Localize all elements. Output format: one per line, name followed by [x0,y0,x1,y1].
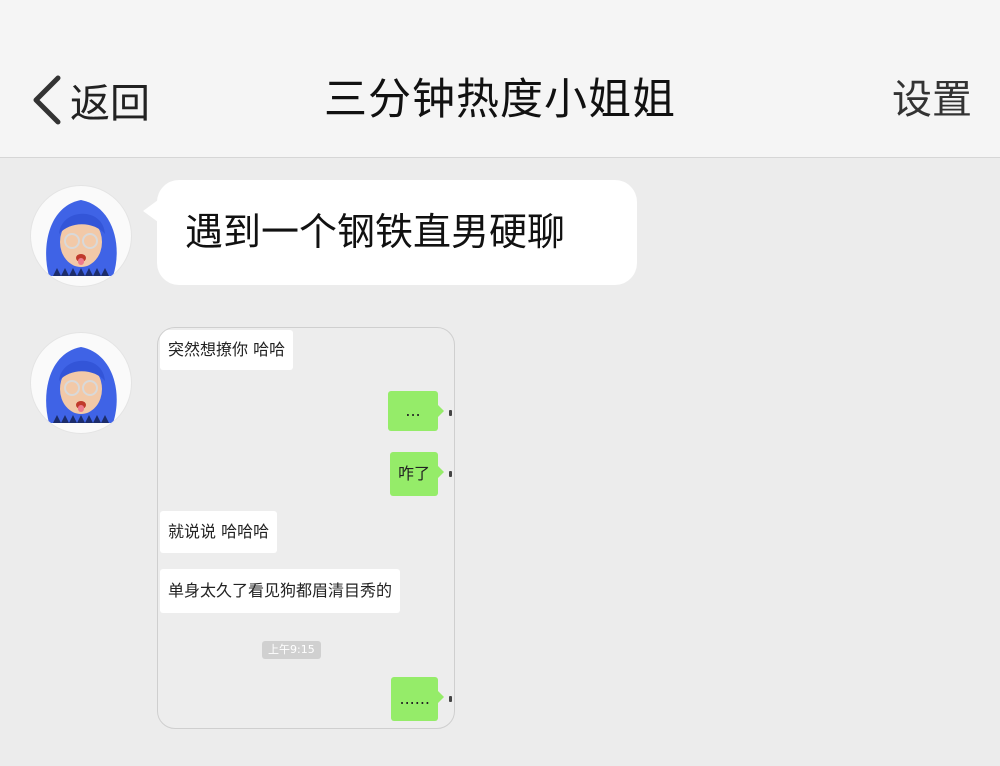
read-mark [449,410,452,416]
settings-button[interactable]: 设置 [892,70,972,130]
timestamp: 上午9:15 [262,641,321,659]
embedded-message-received: 突然想撩你 哈哈 [160,330,294,370]
screenshot-image-message[interactable]: 突然想撩你 哈哈 ... 咋了 就说说 哈哈哈 单身太久了看见狗都眉清目秀的 上… [157,327,455,729]
message-bubble[interactable]: 遇到一个钢铁直男硬聊 [143,180,637,285]
memoji-avatar-icon [46,200,117,276]
memoji-avatar-icon [46,347,117,423]
avatar[interactable] [30,185,132,287]
read-mark [449,471,452,477]
embedded-message-received: 单身太久了看见狗都眉清目秀的 [160,569,401,613]
read-mark [449,696,452,702]
embedded-message-sent: ... [388,391,444,431]
embedded-message-received: 就说说 哈哈哈 [160,511,278,553]
nav-bar: 返回 三分钟热度小姐姐 设置 [0,0,1000,158]
avatar[interactable] [30,332,132,434]
message-text: 遇到一个钢铁直男硬聊 [185,210,566,254]
embedded-message-sent: 咋了 [389,452,445,496]
chat-title: 三分钟热度小姐姐 [324,75,676,125]
embedded-message-sent: ...... [391,677,444,721]
